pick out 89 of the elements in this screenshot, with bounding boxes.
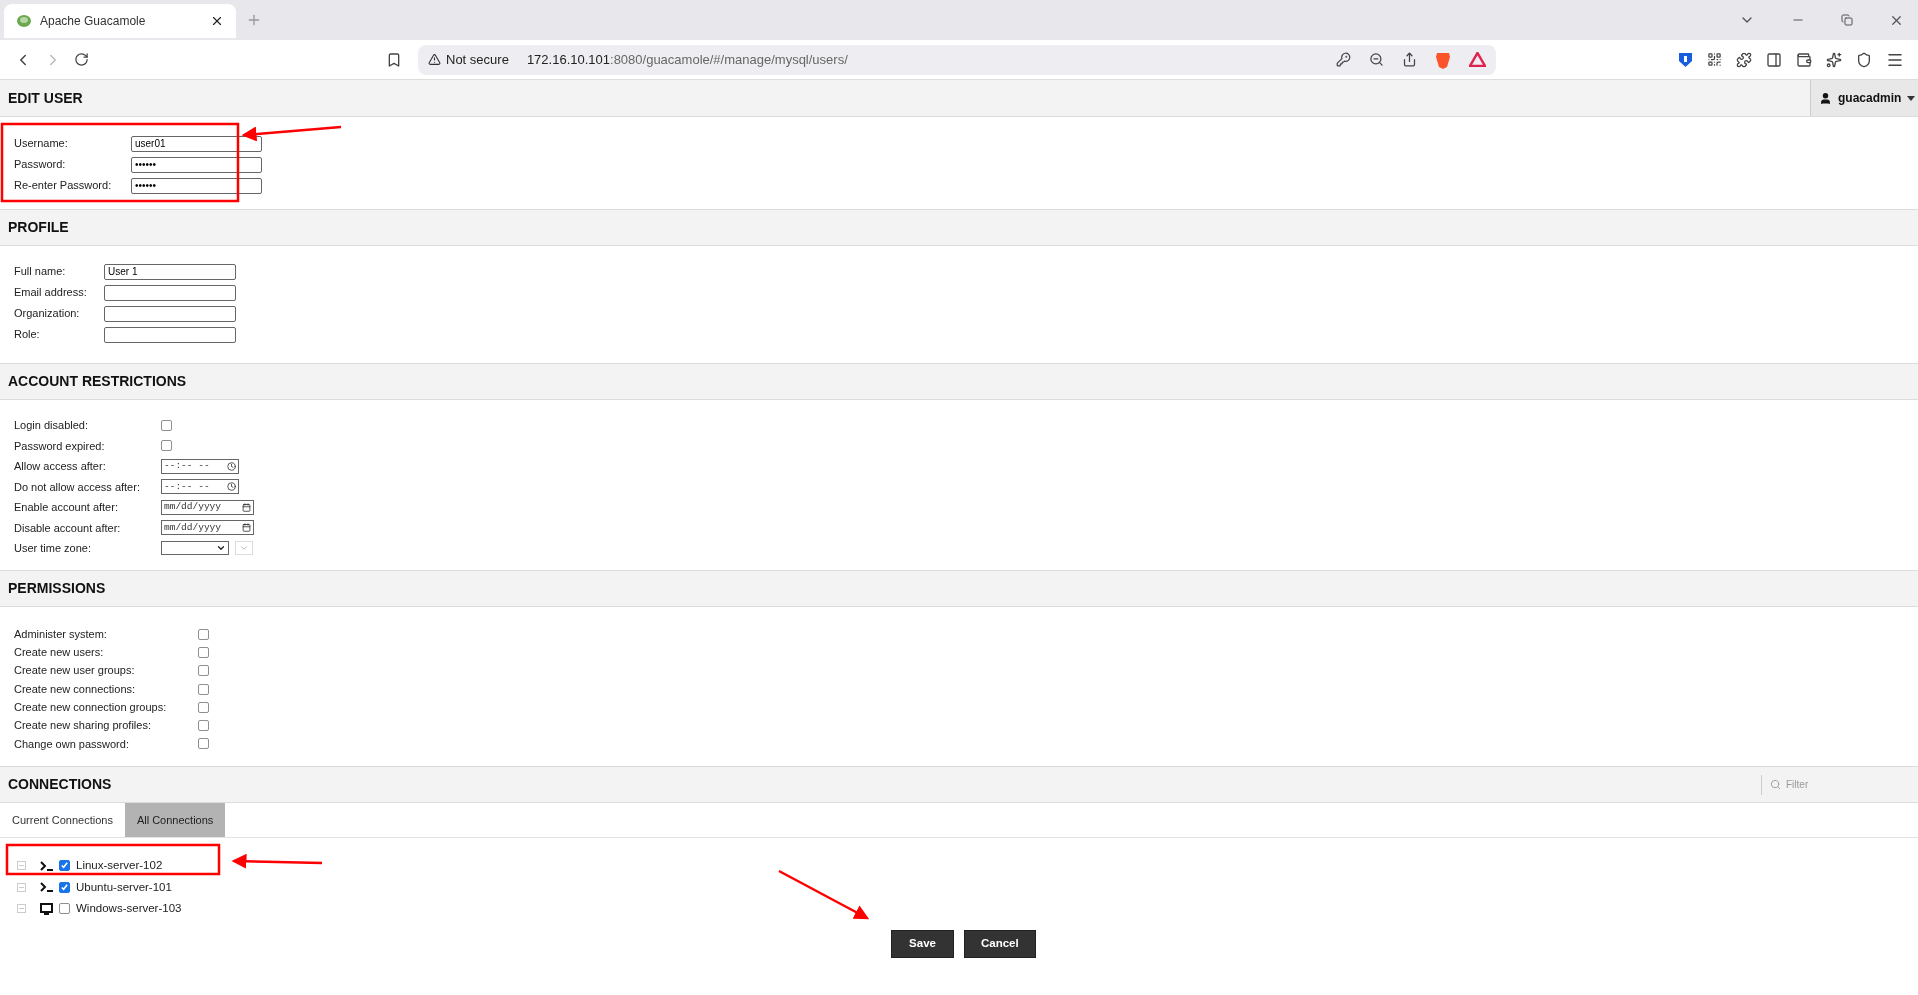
section-title: CONNECTIONS (7, 775, 112, 794)
qr-code-icon[interactable] (1707, 52, 1722, 67)
text-field[interactable]: •••••• (131, 156, 262, 173)
text-field[interactable] (104, 305, 236, 322)
security-label: Not secure (446, 50, 509, 69)
connection-name: Windows-server-103 (76, 901, 182, 917)
field-label: Full name: (14, 264, 67, 280)
checkbox[interactable] (198, 628, 209, 640)
field-label: Role: (14, 327, 41, 343)
reload-icon[interactable] (74, 52, 89, 67)
checkbox[interactable] (59, 860, 70, 872)
key-icon[interactable] (1336, 52, 1351, 67)
restore-icon[interactable] (1841, 14, 1853, 26)
permission-label: Create new connection groups: (14, 700, 168, 716)
checkbox[interactable] (198, 701, 209, 713)
warning-icon (428, 53, 441, 66)
field-label: Disable account after: (14, 520, 122, 536)
checkbox[interactable] (59, 881, 70, 893)
field-label: User time zone: (14, 541, 93, 556)
url-text: 172.16.10.101:8080/guacamole/#/manage/mysql/users/ (526, 50, 848, 69)
permission-label: Create new user groups: (14, 663, 136, 679)
caret-icon (1907, 95, 1916, 101)
connection-name: Ubuntu-server-101 (76, 879, 172, 895)
checkbox[interactable] (161, 440, 172, 452)
field-label: Username: (14, 136, 69, 152)
field-label: Enable account after: (14, 500, 119, 515)
sidebar-icon[interactable] (1766, 51, 1782, 68)
field-label: Email address: (14, 285, 88, 301)
clock-icon (227, 482, 236, 492)
shield-icon[interactable] (1856, 51, 1872, 68)
address-bar[interactable]: Not secure 172.16.10.101:8080/guacamole/#/manage/mysql/users/ (418, 44, 1496, 75)
checkbox[interactable] (59, 903, 70, 915)
section-title: PROFILE (7, 218, 69, 237)
close-icon[interactable] (210, 14, 224, 28)
permission-label: Create new connections: (14, 681, 137, 697)
browser-tab[interactable]: Apache Guacamole (4, 4, 236, 38)
cancel-button[interactable]: Cancel (964, 930, 1036, 958)
date-field[interactable]: mm/dd/yyyy (161, 520, 254, 536)
text-field[interactable] (104, 284, 236, 301)
permission-label: Administer system: (14, 626, 108, 642)
checkbox[interactable] (198, 720, 209, 732)
triangle-icon[interactable] (1469, 52, 1486, 67)
field-label: Password expired: (14, 438, 106, 454)
lion-shield-icon[interactable] (1435, 50, 1451, 69)
permission-label: Change own password: (14, 736, 130, 752)
shield-key-icon[interactable] (1678, 51, 1693, 68)
search-icon (1770, 779, 1781, 790)
sparkle-icon[interactable] (1826, 51, 1842, 68)
field-label: Login disabled: (14, 418, 89, 433)
section-title: EDIT USER (7, 88, 83, 108)
puzzle-icon[interactable] (1736, 51, 1752, 68)
field-label: Do not allow access after: (14, 479, 141, 495)
field-label: Allow access after: (14, 459, 107, 474)
checkbox[interactable] (198, 665, 209, 677)
field-label: Re-enter Password: (14, 178, 113, 194)
terminal-icon (40, 860, 53, 871)
permission-label: Create new users: (14, 645, 105, 661)
save-button[interactable]: Save (891, 930, 954, 958)
text-field[interactable] (104, 326, 236, 343)
monitor-icon (40, 902, 53, 915)
tab-title: Apache Guacamole (40, 13, 147, 30)
clock-icon (227, 461, 236, 471)
field-label: Password: (14, 157, 67, 173)
checkbox[interactable] (198, 646, 209, 658)
field-label: Organization: (14, 306, 81, 322)
text-field[interactable]: user01 (131, 135, 262, 152)
user-icon (1819, 91, 1832, 105)
user-menu[interactable]: guacadmin (1810, 80, 1918, 116)
connection-name: Linux-server-102 (76, 858, 163, 874)
calendar-icon (242, 523, 251, 533)
date-field[interactable]: mm/dd/yyyy (161, 499, 254, 515)
bookmark-icon[interactable] (386, 51, 402, 68)
section-title: ACCOUNT RESTRICTIONS (7, 372, 187, 391)
select-field[interactable] (161, 541, 229, 556)
wallet-icon[interactable] (1796, 51, 1812, 68)
time-field[interactable]: --:-- -- (161, 458, 239, 474)
section-title: PERMISSIONS (7, 579, 106, 598)
zoom-out-icon[interactable] (1369, 52, 1384, 67)
checkbox[interactable] (161, 419, 172, 431)
checkbox[interactable] (198, 683, 209, 695)
calendar-icon (242, 502, 251, 512)
text-field[interactable]: User 1 (104, 263, 236, 280)
time-field[interactable]: --:-- -- (161, 479, 239, 495)
share-icon[interactable] (1402, 52, 1417, 67)
checkbox[interactable] (198, 738, 209, 750)
connections-tab[interactable]: All Connections (124, 803, 226, 837)
terminal-icon (40, 882, 53, 893)
permission-label: Create new sharing profiles: (14, 718, 152, 734)
text-field[interactable]: •••••• (131, 177, 262, 194)
